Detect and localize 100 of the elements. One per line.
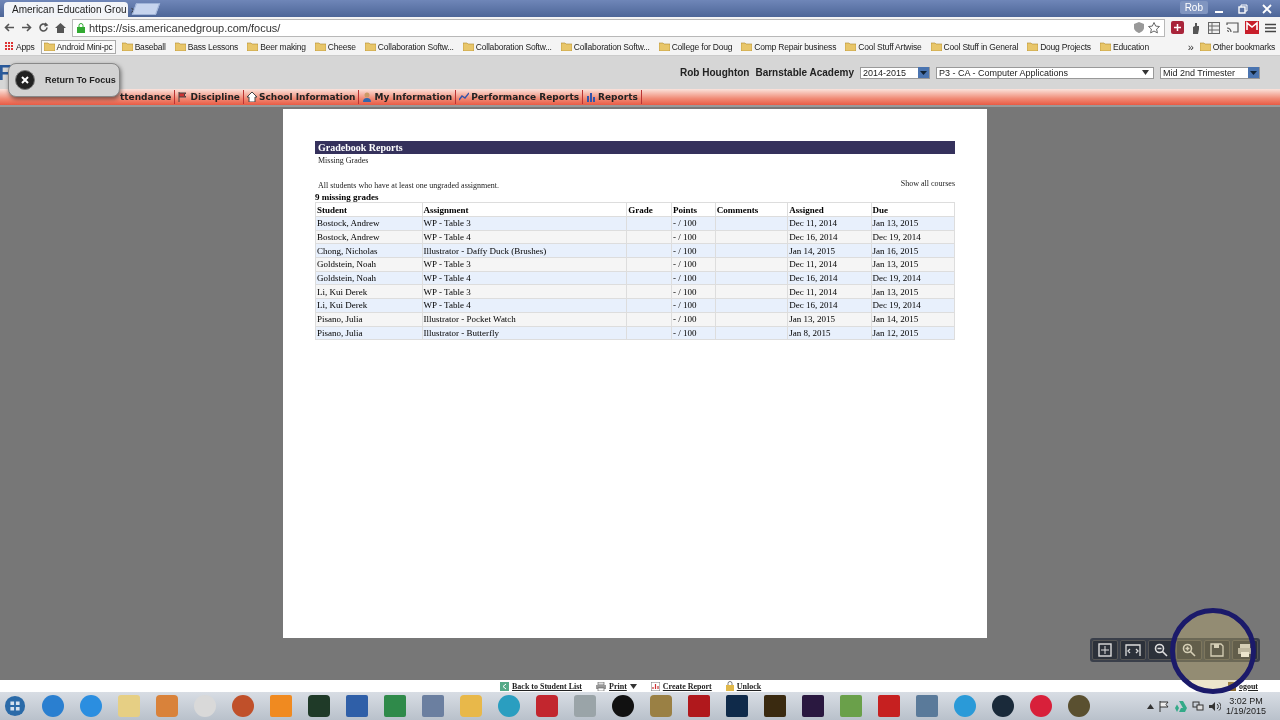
bar-chart-icon [586,92,597,102]
folder-icon [174,42,186,51]
column-header: Assigned [787,202,872,217]
flag-icon [178,92,189,102]
extension-icon[interactable] [1171,21,1184,34]
cast-icon[interactable] [1226,22,1239,33]
star-icon[interactable] [1148,21,1160,34]
caret-icon [1142,70,1149,75]
line-chart-icon [459,92,470,102]
bookmark[interactable]: Cool Stuff in General [927,39,1022,54]
footer-link[interactable]: Print [596,681,637,691]
bookmark[interactable]: Beer making [244,39,309,54]
year-select[interactable]: 2014-2015 [860,66,930,79]
network-icon[interactable] [1191,700,1204,712]
taskbar-app-icon[interactable] [612,695,634,717]
bookmark[interactable]: Baseball [118,39,169,54]
column-header: Assignment [422,202,627,217]
caret-icon [629,683,637,689]
address-field[interactable]: https://sis.americanedgroup.com/focus/ [72,18,1165,37]
bookmark[interactable]: Collaboration Softw... [361,39,457,54]
bookmark[interactable]: College for Doug [655,39,736,54]
report-description: All students who have at least one ungraded assignment. [317,180,501,192]
forward-arrow-icon[interactable] [21,22,32,33]
period-select[interactable]: Mid 2nd Trimester [1160,66,1260,79]
folder-icon [1199,42,1211,51]
folder-icon [462,42,474,51]
missing-count: 9 missing grades [315,192,380,202]
logout-link[interactable]: ogout [1227,681,1258,691]
menu-tab[interactable]: Discipline [175,90,244,104]
footer-link[interactable]: Create Report [650,681,712,691]
column-header: Comments [715,202,788,217]
close-icon[interactable] [15,70,35,90]
restore-icon[interactable] [1238,3,1248,14]
fit-width-button[interactable] [1120,640,1146,660]
menu-icon[interactable] [1265,22,1276,33]
user-name: Rob Houghton [680,67,750,78]
mail-icon[interactable] [1245,21,1259,34]
menu-tab[interactable]: My Information [359,90,457,104]
speaker-icon[interactable] [1208,700,1221,712]
bookmark[interactable]: Bass Lessons [171,39,242,54]
folder-icon [930,42,942,51]
taskbar-app-icon[interactable] [992,695,1014,717]
folder-icon [560,42,572,51]
taskbar-app-icon[interactable] [1068,695,1090,717]
fullscreen-button[interactable] [1092,640,1118,660]
report-subtitle: Missing Grades [317,155,370,167]
folder-icon [247,42,259,51]
menu-tab[interactable]: School Information [243,90,360,104]
lock-icon [77,22,85,33]
shield-icon[interactable] [1134,22,1144,33]
fit-width-icon [1125,644,1141,656]
person-icon [362,92,373,102]
printer-icon [1237,643,1253,657]
folder-icon [121,42,133,51]
zoom-out-button[interactable] [1148,640,1174,660]
bookmark[interactable]: Education [1096,39,1152,54]
back-arrow-icon[interactable] [4,22,15,33]
column-header: Grade [626,202,672,217]
folder-icon [741,42,753,51]
column-header: Student [315,202,423,217]
save-button[interactable] [1204,640,1230,660]
fullscreen-icon [1098,643,1112,657]
reload-icon[interactable] [38,22,49,33]
bookmark[interactable]: Comp Repair business [738,39,840,54]
start-button[interactable] [4,695,26,717]
home-icon[interactable] [55,22,66,33]
bookmark[interactable]: Doug Projects [1024,39,1094,54]
footer-link[interactable]: Unlock [725,681,762,691]
folder-icon [43,42,55,51]
bookmark[interactable]: Android Mini-pc [40,39,116,54]
zoom-in-button[interactable] [1176,640,1202,660]
school-name: Barnstable Academy [755,67,854,78]
table-icon[interactable] [1208,21,1220,34]
flag-icon[interactable] [1158,700,1170,712]
report-title: Gradebook Reports [315,141,955,154]
folder-icon [845,42,857,51]
course-select[interactable]: P3 - CA - Computer Applications [936,66,1154,79]
column-header: Due [871,202,955,217]
save-icon [1210,643,1224,657]
folder-icon [364,42,376,51]
folder-icon [314,42,326,51]
show-all-courses-link[interactable]: Show all courses [900,179,955,192]
bookmark[interactable]: Apps [2,39,38,54]
menu-tab[interactable]: Reports [583,90,642,104]
bookmarks-overflow-button[interactable]: » [1187,40,1194,53]
bookmark[interactable]: Cool Stuff Artwise [842,39,925,54]
house-icon [246,92,257,102]
bookmark[interactable]: Other bookmarks [1196,39,1278,54]
apps-grid-icon [5,42,14,51]
bookmark[interactable]: Collaboration Softw... [557,39,653,54]
dropdown-icon [918,67,929,78]
clock[interactable]: 3:02 PM 1/19/2015 [1225,696,1266,716]
bookmark[interactable]: Collaboration Softw... [459,39,555,54]
tray-arrow-icon[interactable] [1146,703,1154,709]
footer-link[interactable]: Back to Student List [500,681,582,691]
bookmark[interactable]: Cheese [311,39,359,54]
lock-icon [725,681,734,691]
print-button[interactable] [1232,640,1258,660]
new-tab-button[interactable] [131,3,161,15]
menu-tab[interactable]: Performance Reports [456,90,584,104]
